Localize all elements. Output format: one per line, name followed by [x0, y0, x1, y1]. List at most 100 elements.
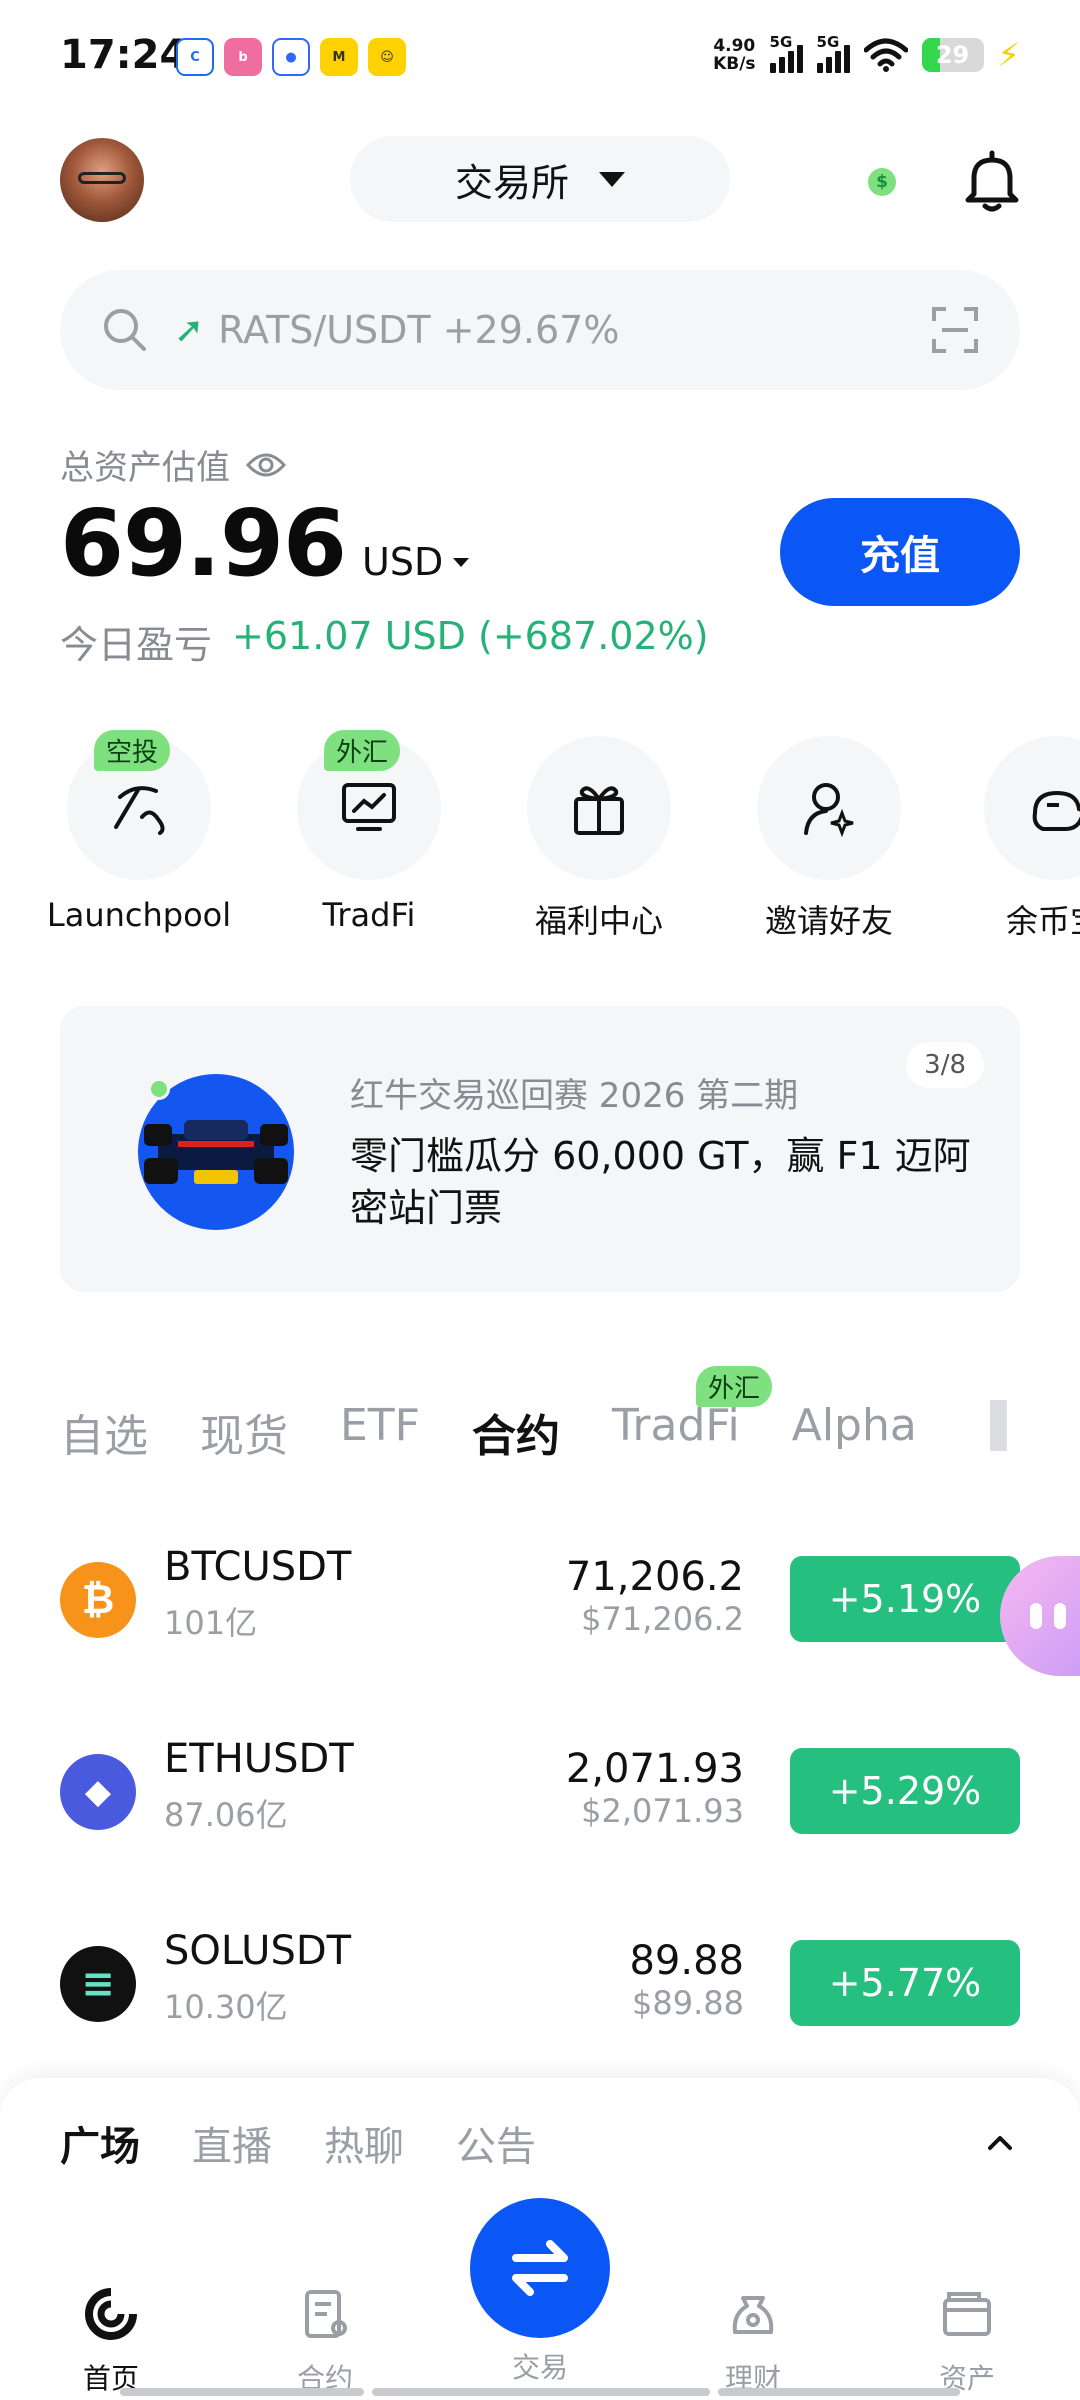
status-bar: 17:24 C b ● M ☺ 4.90 KB/s 5G 5G 29 ⚡	[0, 0, 1080, 120]
nav-futures[interactable]: 合约	[250, 2286, 400, 2397]
gesture-bar	[718, 2388, 960, 2396]
currency-selector[interactable]: USD	[362, 540, 443, 584]
battery-icon: 29	[921, 38, 984, 72]
earn-icon	[732, 2296, 774, 2334]
eye-icon[interactable]	[246, 451, 286, 479]
quick-action-tradfi[interactable]: 外汇 TradFi	[254, 730, 484, 934]
dollar-coin-icon[interactable]: $	[868, 168, 896, 196]
row-symbol: ETHUSDT	[164, 1736, 354, 1782]
search-placeholder: RATS/USDT +29.67%	[218, 308, 620, 352]
live-dot-icon	[148, 1078, 170, 1100]
row-change-badge[interactable]: +5.19%	[790, 1556, 1020, 1642]
chevron-down-icon	[599, 171, 625, 187]
nav-assets[interactable]: 资产	[892, 2286, 1042, 2397]
quick-action-rewards[interactable]: 福利中心	[484, 736, 714, 942]
caret-down-icon[interactable]	[453, 558, 470, 567]
tab-hot-chat[interactable]: 热聊	[324, 2114, 404, 2172]
scan-icon[interactable]	[930, 305, 980, 355]
row-fiat-price: $89.88	[632, 1984, 744, 2022]
net-speed-value: 4.90	[713, 36, 756, 56]
invite-circle	[757, 736, 901, 880]
row-price: 71,206.2	[565, 1554, 744, 1600]
sim2-label: 5G	[816, 33, 840, 51]
tab-overflow-fade: ▌	[990, 1400, 1010, 1451]
tab-spot[interactable]: 现货	[200, 1400, 288, 1462]
banner-subtitle: 红牛交易巡回赛 2026 第二期	[350, 1076, 799, 1116]
exchange-switcher[interactable]: 交易所	[350, 136, 730, 222]
row-fiat-price: $2,071.93	[581, 1792, 744, 1830]
tab-favorites[interactable]: 自选	[60, 1400, 148, 1462]
chart-monitor-icon	[342, 783, 396, 831]
quick-action-label: 福利中心	[534, 902, 663, 940]
quick-action-savings[interactable]: 余币宝	[944, 736, 1080, 942]
wifi-icon	[863, 38, 908, 72]
row-symbol: BTCUSDT	[164, 1544, 352, 1590]
home-icon	[85, 2288, 137, 2340]
app-notification-icon: C	[176, 38, 214, 76]
tab-live[interactable]: 直播	[192, 2114, 272, 2172]
invite-user-icon	[804, 783, 854, 838]
nav-home[interactable]: 首页	[36, 2286, 186, 2397]
charging-icon: ⚡	[997, 36, 1020, 74]
network-speed: 4.90 KB/s	[713, 37, 755, 73]
total-assets-value: 69.96 USD	[60, 490, 470, 597]
pnl-label: 今日盈亏	[60, 623, 213, 667]
btc-coin-icon: ₿	[60, 1562, 136, 1638]
meituan-notification-icon: M	[320, 38, 358, 76]
signal-icon: 5G	[816, 33, 850, 73]
row-change-badge[interactable]: +5.77%	[790, 1940, 1020, 2026]
avatar[interactable]	[60, 138, 144, 222]
gesture-bar	[120, 2388, 364, 2396]
exchange-label: 交易所	[454, 160, 569, 205]
row-fiat-price: $71,206.2	[581, 1600, 744, 1638]
quick-action-label: 邀请好友	[764, 902, 893, 940]
quick-action-invite[interactable]: 邀请好友	[714, 736, 944, 942]
tab-alpha[interactable]: Alpha	[792, 1400, 917, 1460]
airdrop-tag: 空投	[94, 730, 171, 771]
quick-action-label: 余币宝	[1006, 902, 1080, 940]
assets-amount: 69.96	[60, 490, 347, 597]
sim1-label: 5G	[769, 33, 793, 51]
quick-actions: 空投 Launchpool 外汇 TradFi 福利中心 邀请好友 余币	[0, 730, 1080, 940]
eth-coin-icon: ◆	[60, 1754, 136, 1830]
row-change-badge[interactable]: +5.29%	[790, 1748, 1020, 1834]
wallet-icon	[943, 2292, 991, 2336]
status-time: 17:24	[60, 32, 188, 78]
market-tabs: 自选 现货 ETF 合约 TradFi 外汇 Alpha	[60, 1366, 917, 1462]
notification-icons: C b ● M ☺	[176, 38, 406, 76]
baidu-notification-icon: ●	[272, 38, 310, 76]
trending-up-icon: ➚	[174, 309, 205, 351]
total-assets-label: 总资产估值	[60, 440, 286, 489]
chevron-up-icon[interactable]	[980, 2122, 1020, 2162]
market-row[interactable]: ≡ SOLUSDT 10.30亿 89.88 $89.88 +5.77%	[60, 1914, 1020, 2044]
pnl-value: +61.07 USD (+687.02%)	[232, 614, 709, 658]
tab-announcements[interactable]: 公告	[456, 2114, 536, 2172]
gesture-bar	[372, 2388, 710, 2396]
savings-circle	[984, 736, 1080, 880]
swap-arrows-icon	[512, 2240, 568, 2296]
nav-earn[interactable]: 理财	[678, 2286, 828, 2397]
row-price: 89.88	[629, 1938, 744, 1984]
market-row[interactable]: ◆ ETHUSDT 87.06亿 2,071.93 $2,071.93 +5.2…	[60, 1722, 1020, 1852]
nav-trade-label: 交易	[511, 2351, 568, 2384]
forex-tag: 外汇	[696, 1366, 773, 1407]
bell-icon[interactable]	[964, 150, 1020, 212]
trade-button[interactable]	[470, 2198, 610, 2338]
tab-square[interactable]: 广场	[60, 2114, 140, 2172]
market-row[interactable]: ₿ BTCUSDT 101亿 71,206.2 $71,206.2 +5.19%	[60, 1530, 1020, 1660]
row-symbol: SOLUSDT	[164, 1928, 352, 1974]
total-assets-text: 总资产估值	[60, 448, 230, 488]
deposit-button[interactable]: 充值	[780, 498, 1020, 606]
piggy-bank-icon	[1032, 790, 1080, 831]
row-volume: 87.06亿	[164, 1796, 288, 1834]
banner-title: 零门槛瓜分 60,000 GT，赢 F1 迈阿密站门票	[350, 1134, 971, 1230]
tab-etf[interactable]: ETF	[340, 1400, 420, 1460]
tab-tradfi[interactable]: TradFi 外汇	[612, 1366, 773, 1460]
rewards-circle	[527, 736, 671, 880]
quick-action-launchpool[interactable]: 空投 Launchpool	[24, 730, 254, 934]
futures-icon	[305, 2290, 347, 2338]
promo-banner[interactable]: 红牛交易巡回赛 2026 第二期 零门槛瓜分 60,000 GT，赢 F1 迈阿…	[60, 1006, 1020, 1292]
search-bar[interactable]: ➚ RATS/USDT +29.67%	[60, 270, 1020, 390]
tab-futures[interactable]: 合约	[472, 1400, 560, 1462]
sheet-tabs: 广场 直播 热聊 公告	[60, 2114, 536, 2172]
